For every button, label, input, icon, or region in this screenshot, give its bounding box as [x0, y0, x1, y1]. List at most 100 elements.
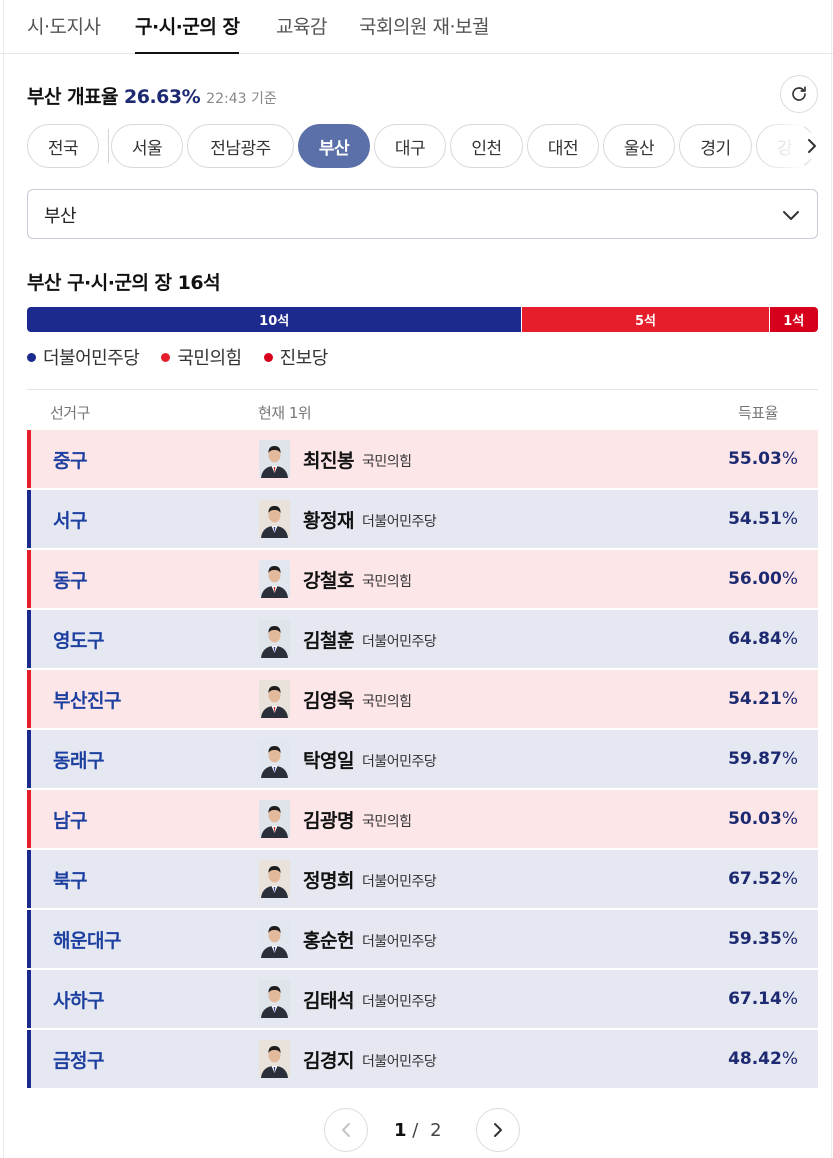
count-rate-value: 26.63%	[124, 86, 201, 108]
legend-label: 국민의힘	[177, 348, 242, 369]
candidate-photo	[259, 920, 290, 958]
table-row[interactable]: 금정구 김경지 더불어민주당 48.42%	[27, 1030, 818, 1088]
candidate-photo	[259, 1040, 290, 1078]
page-separator: /	[412, 1120, 419, 1141]
percent-sign: %	[781, 749, 798, 769]
vote-rate: 64.84%	[728, 629, 798, 649]
vote-rate-value: 55.03	[728, 449, 782, 469]
table-row[interactable]: 동래구 탁영일 더불어민주당 59.87%	[27, 730, 818, 788]
table-row[interactable]: 서구 황정재 더불어민주당 54.51%	[27, 490, 818, 548]
current-page: 1	[394, 1120, 407, 1141]
candidate-avatar-icon	[261, 986, 288, 1018]
refresh-button[interactable]	[780, 75, 818, 113]
district-name: 동구	[53, 570, 87, 592]
table-row[interactable]: 동구 강철호 국민의힘 56.00%	[27, 550, 818, 608]
region-chip-gyeonggi[interactable]: 경기	[679, 124, 752, 168]
candidate-party: 더불어민주당	[362, 1054, 437, 1070]
party-accent-bar	[27, 910, 31, 968]
district-name: 사하구	[53, 990, 104, 1012]
candidate-name: 강철호	[303, 570, 354, 592]
page-indicator: 1 / 2	[394, 1120, 442, 1141]
candidate-avatar-icon	[261, 446, 288, 478]
district-name: 서구	[53, 510, 87, 532]
region-chip-seoul[interactable]: 서울	[111, 124, 183, 168]
seat-segment: 10석	[27, 307, 522, 332]
district-select[interactable]: 부산	[27, 189, 818, 239]
update-time: 22:43 기준	[206, 91, 277, 107]
next-page-button[interactable]	[476, 1108, 520, 1152]
vote-rate: 67.52%	[728, 869, 798, 889]
tab-governor[interactable]: 시·도지사	[27, 12, 101, 54]
refresh-icon	[792, 86, 806, 101]
chips-next-button[interactable]	[800, 133, 824, 159]
tab-by-election[interactable]: 국회의원 재·보궐	[359, 12, 489, 54]
vote-rate-value: 59.35	[728, 929, 782, 949]
region-chip-ulsan[interactable]: 울산	[603, 124, 675, 168]
seat-distribution-bar: 10석 5석 1석	[27, 307, 818, 332]
column-header-leader: 현재 1위	[258, 404, 312, 422]
candidate-avatar-icon	[261, 746, 288, 778]
party-accent-bar	[27, 790, 31, 848]
party-accent-bar	[27, 970, 31, 1028]
candidate-photo	[259, 500, 290, 538]
vote-rate-value: 50.03	[728, 809, 782, 829]
candidate-party: 더불어민주당	[362, 754, 437, 770]
candidate-photo	[259, 860, 290, 898]
candidate-party: 더불어민주당	[362, 514, 437, 530]
candidate-photo	[259, 740, 290, 778]
prev-page-button[interactable]	[324, 1108, 368, 1152]
page-title: 부산 개표율	[27, 86, 119, 108]
chevron-left-icon	[342, 1123, 350, 1137]
chevron-right-icon	[494, 1123, 502, 1137]
candidate-avatar-icon	[261, 506, 288, 538]
candidate-avatar-icon	[261, 806, 288, 838]
table-row[interactable]: 영도구 김철훈 더불어민주당 64.84%	[27, 610, 818, 668]
table-row[interactable]: 사하구 김태석 더불어민주당 67.14%	[27, 970, 818, 1028]
table-row[interactable]: 남구 김광명 국민의힘 50.03%	[27, 790, 818, 848]
legend-item-democratic: 더불어민주당	[27, 344, 140, 370]
district-name: 남구	[53, 810, 87, 832]
vote-rate-value: 59.87	[728, 749, 782, 769]
district-name: 해운대구	[53, 930, 121, 952]
app-frame: 시·도지사 구·시·군의 장 교육감 국회의원 재·보궐 부산 개표율 26.63…	[0, 0, 833, 1158]
region-chip-jeonnam-gwangju[interactable]: 전남광주	[187, 124, 294, 168]
percent-sign: %	[781, 509, 798, 529]
candidate-avatar-icon	[261, 926, 288, 958]
party-accent-bar	[27, 610, 31, 668]
region-chip-daegu[interactable]: 대구	[374, 124, 446, 168]
party-accent-bar	[27, 490, 31, 548]
party-accent-bar	[27, 430, 31, 488]
region-chip-nationwide[interactable]: 전국	[27, 124, 99, 168]
district-name: 중구	[53, 450, 87, 472]
region-chip-incheon[interactable]: 인천	[450, 124, 523, 168]
region-chip-daejeon[interactable]: 대전	[527, 124, 599, 168]
candidate-photo	[259, 800, 290, 838]
candidate-photo	[259, 680, 290, 718]
chevron-down-icon	[783, 211, 799, 220]
candidate-name: 황정재	[303, 510, 354, 532]
vote-rate: 59.87%	[728, 749, 798, 769]
seat-segment: 5석	[521, 307, 769, 332]
table-row[interactable]: 부산진구 김영욱 국민의힘 54.21%	[27, 670, 818, 728]
party-accent-bar	[27, 730, 31, 788]
chip-divider	[108, 129, 109, 163]
tab-education-chief[interactable]: 교육감	[276, 12, 327, 54]
table-row[interactable]: 북구 정명희 더불어민주당 67.52%	[27, 850, 818, 908]
vote-rate-value: 64.84	[728, 629, 782, 649]
candidate-photo	[259, 620, 290, 658]
legend-dot	[161, 352, 171, 362]
region-chip-busan[interactable]: 부산	[298, 124, 370, 168]
district-name: 금정구	[53, 1050, 104, 1072]
percent-sign: %	[781, 809, 798, 829]
tab-local-head[interactable]: 구·시·군의 장	[135, 12, 240, 54]
candidate-party: 국민의힘	[362, 814, 412, 830]
table-row[interactable]: 중구 최진봉 국민의힘 55.03%	[27, 430, 818, 488]
vote-rate-value: 67.14	[728, 989, 782, 1009]
left-border	[3, 0, 4, 1158]
legend-dot	[27, 352, 36, 362]
percent-sign: %	[781, 989, 798, 1009]
percent-sign: %	[781, 1049, 798, 1069]
count-rate-header: 부산 개표율 26.63% 22:43 기준	[27, 82, 277, 108]
table-row[interactable]: 해운대구 홍순헌 더불어민주당 59.35%	[27, 910, 818, 968]
seats-title: 부산 구·시·군의 장 16석	[27, 272, 221, 294]
